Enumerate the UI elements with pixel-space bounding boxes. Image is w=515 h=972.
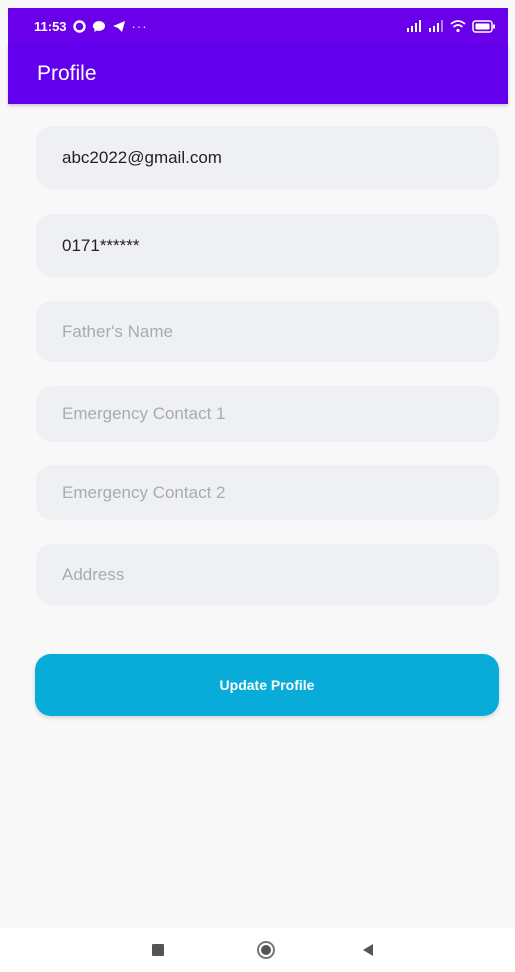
phone-field[interactable] [36, 214, 499, 277]
telegram-icon [112, 20, 126, 33]
father-name-field[interactable] [36, 301, 499, 362]
triangle-back-icon[interactable] [353, 935, 383, 965]
status-bar: 11:53 ··· [8, 8, 508, 44]
status-time: 11:53 [34, 18, 67, 34]
signal-icon [406, 20, 422, 32]
update-profile-button[interactable]: Update Profile [35, 654, 499, 716]
emergency-contact-1-field[interactable] [36, 386, 499, 442]
opera-icon [72, 19, 86, 33]
chat-bubble-icon [92, 20, 106, 33]
signal-2-icon [428, 20, 444, 32]
phone-screen: 11:53 ··· Profile abc2022@gmail.com 0171… [0, 0, 515, 972]
square-recents-icon[interactable] [143, 935, 173, 965]
email-field[interactable] [36, 126, 499, 189]
status-right [406, 19, 496, 33]
page-title: Profile [37, 62, 97, 85]
app-bar: Profile [8, 44, 508, 104]
system-nav-bar [0, 928, 515, 972]
battery-icon [472, 19, 496, 33]
status-left: 11:53 ··· [34, 19, 148, 34]
circle-home-icon[interactable] [251, 935, 281, 965]
more-notifications: ··· [131, 18, 148, 34]
emergency-contact-2-field[interactable] [36, 465, 499, 520]
wifi-icon [450, 19, 466, 33]
address-field[interactable] [36, 544, 499, 605]
